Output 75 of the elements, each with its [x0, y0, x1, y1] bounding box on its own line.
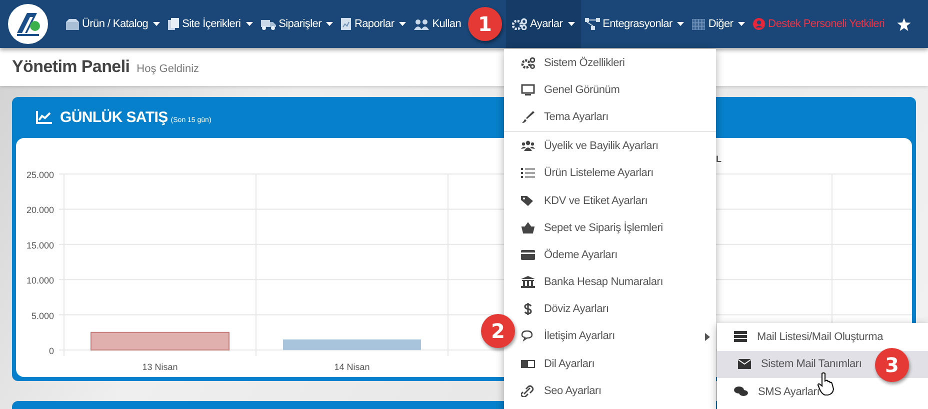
- submenu-item[interactable]: Mail Listesi/Mail Oluşturma: [717, 323, 928, 350]
- menu-item-label: Üyelik ve Bayilik Ayarları: [544, 140, 658, 152]
- monitor-icon: [521, 84, 535, 96]
- y-axis-label: 10.000: [26, 276, 54, 286]
- grid-icon: [692, 18, 706, 30]
- users-icon: [521, 140, 535, 152]
- nav-menu-item[interactable]: Entegrasyonlar: [580, 0, 688, 48]
- menu-item[interactable]: İletişim Ayarları: [521, 322, 716, 350]
- page-subtitle: Hoş Geldiniz: [136, 63, 200, 75]
- nav-menu-item[interactable]: Site İçerikleri: [164, 0, 257, 48]
- menu-item-label: Sepet ve Sipariş İşlemleri: [544, 222, 663, 234]
- link-icon: [521, 384, 535, 397]
- basket-icon: [521, 222, 535, 234]
- menu-item[interactable]: Seo Ayarları: [521, 377, 716, 404]
- nav-menu-item[interactable]: Siparişler: [256, 0, 338, 48]
- x-axis-label: 13 Nisan: [142, 362, 178, 372]
- menu-item-label: Banka Hesap Numaraları: [544, 276, 664, 288]
- list-icon: [521, 167, 535, 180]
- menu-item-label: Ürün Listeleme Ayarları: [544, 167, 654, 180]
- menu-item[interactable]: Tema Ayarları: [521, 103, 716, 131]
- chat-icon: [521, 330, 535, 342]
- menu-item[interactable]: Sistem Özellikleri: [521, 49, 716, 76]
- y-axis-label: 25.000: [26, 170, 54, 180]
- nav-menu-item[interactable]: Kullan: [410, 0, 466, 48]
- tags-icon: [521, 194, 535, 207]
- credit-card-icon: [521, 248, 535, 261]
- menu-item-label: KDV ve Etiket Ayarları: [544, 194, 648, 207]
- nav-menu-item[interactable]: Ürün / Katalog: [62, 0, 164, 48]
- menu-item-label: Seo Ayarları: [544, 384, 602, 397]
- gears-icon: [521, 56, 535, 69]
- menu-item-label: İletişim Ayarları: [544, 330, 615, 342]
- chat-bubbles-icon: [734, 386, 748, 398]
- menu-item[interactable]: Banka Hesap Numaraları: [521, 268, 716, 296]
- users-icon: [414, 18, 430, 30]
- menu-item[interactable]: Sepet ve Sipariş İşlemleri: [521, 214, 716, 242]
- user-circle-icon: [753, 18, 766, 30]
- envelope-icon: [738, 359, 751, 370]
- documents-icon: [168, 18, 180, 30]
- menu-item-label: Genel Görünüm: [544, 84, 620, 96]
- menu-item-label: Döviz Ayarları: [544, 303, 609, 316]
- brush-icon: [521, 110, 535, 123]
- y-axis-label: 15.000: [26, 240, 54, 250]
- gears-icon: [512, 18, 528, 30]
- menu-item[interactable]: Dil Ayarları: [521, 350, 716, 378]
- language-icon: [521, 358, 535, 370]
- nav-menu-item[interactable]: Diğer: [688, 0, 750, 48]
- menu-item-label: Tema Ayarları: [544, 110, 608, 123]
- y-axis-label: 0: [48, 346, 54, 356]
- menu-item[interactable]: KDV ve Etiket Ayarları: [521, 186, 716, 214]
- logo-icon[interactable]: [8, 4, 48, 44]
- hand-cursor-icon: [817, 372, 835, 396]
- menu-item-label: Ödeme Ayarları: [544, 248, 618, 261]
- box-icon: [66, 18, 79, 30]
- star-icon[interactable]: [896, 18, 910, 30]
- y-axis-label: 20.000: [26, 205, 54, 216]
- legend-label: L: [716, 154, 722, 164]
- menu-item[interactable]: Ödeme Ayarları: [521, 241, 716, 268]
- menu-item[interactable]: Döviz Ayarları: [521, 296, 716, 323]
- x-axis-label: 14 Nisan: [334, 362, 370, 372]
- y-axis-label: 5.000: [31, 310, 54, 321]
- menu-item[interactable]: Ürün Listeleme Ayarları: [521, 160, 716, 187]
- line-chart-icon: [36, 111, 52, 124]
- server-icon: [734, 331, 747, 342]
- card-title: GÜNLÜK SATIŞ: [60, 109, 168, 126]
- report-icon: [341, 18, 352, 30]
- menu-item[interactable]: Üyelik ve Bayilik Ayarları: [521, 132, 716, 160]
- truck-icon: [260, 18, 276, 30]
- menu-item-label: Dil Ayarları: [544, 358, 595, 370]
- menu-item[interactable]: Genel Görünüm: [521, 76, 716, 104]
- network-icon: [584, 18, 600, 30]
- nav-menu-item[interactable]: Raporlar: [337, 0, 410, 48]
- menu-item-label: Sistem Özellikleri: [544, 56, 625, 69]
- bank-icon: [521, 276, 535, 288]
- nav-menu-item[interactable]: Ayarlar: [506, 0, 581, 48]
- page-title: Yönetim Paneli: [12, 56, 130, 78]
